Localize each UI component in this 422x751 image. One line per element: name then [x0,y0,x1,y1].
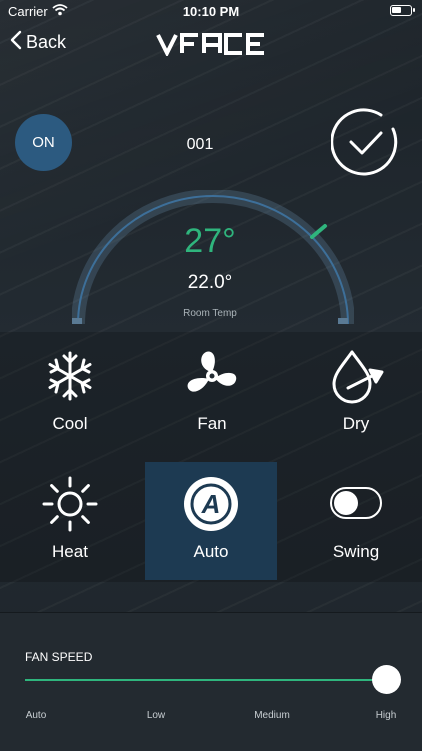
mode-label: Cool [52,414,88,433]
mode-label: Fan [197,414,227,433]
fan-speed-track[interactable] [25,679,386,681]
room-temperature: 22.0° [187,272,233,293]
droplet-icon [326,348,386,404]
svg-text:A: A [201,489,221,519]
fan-icon [184,348,240,404]
set-temperature: 27° [184,222,236,260]
fan-speed-level-low[interactable]: Low [116,710,196,721]
back-label: Back [26,32,67,52]
fan-speed-level-auto[interactable]: Auto [0,710,76,721]
mode-label: Auto [193,542,229,561]
auto-a-icon: A [182,476,240,532]
mode-label: Heat [52,542,88,561]
room-temp-label: Room Temp [183,308,237,319]
chevron-left-icon [10,30,22,55]
confirm-button[interactable] [330,107,401,177]
checkmark-circle-icon [330,108,398,176]
battery-icon [390,5,415,16]
mode-fan[interactable]: Fan [146,334,278,452]
fan-speed-level-medium[interactable]: Medium [232,710,312,721]
toggle-knob [334,491,358,515]
status-time: 10:10 PM [182,4,240,19]
fan-speed-level-high[interactable]: High [346,710,422,721]
mode-label: Swing [332,542,380,561]
app-logo [156,32,268,61]
status-bar: Carrier 10:10 PM [0,0,422,22]
fan-speed-thumb[interactable] [372,665,401,694]
mode-cool[interactable]: Cool [4,334,136,452]
fan-speed-title: FAN SPEED [25,650,93,664]
mode-dry[interactable]: Dry [290,334,422,452]
mode-heat[interactable]: Heat [4,462,136,580]
back-button[interactable]: Back [10,30,66,55]
mode-swing[interactable]: Swing [290,462,422,580]
snowflake-icon [44,348,96,404]
sun-icon [41,476,99,532]
fan-speed-panel [0,612,422,751]
toggle-switch [330,487,382,519]
swing-toggle[interactable] [330,484,382,522]
mode-auto[interactable]: A Auto [145,462,277,580]
device-id: 001 [186,136,214,153]
mode-label: Dry [342,414,370,433]
power-button[interactable]: ON [15,114,72,171]
